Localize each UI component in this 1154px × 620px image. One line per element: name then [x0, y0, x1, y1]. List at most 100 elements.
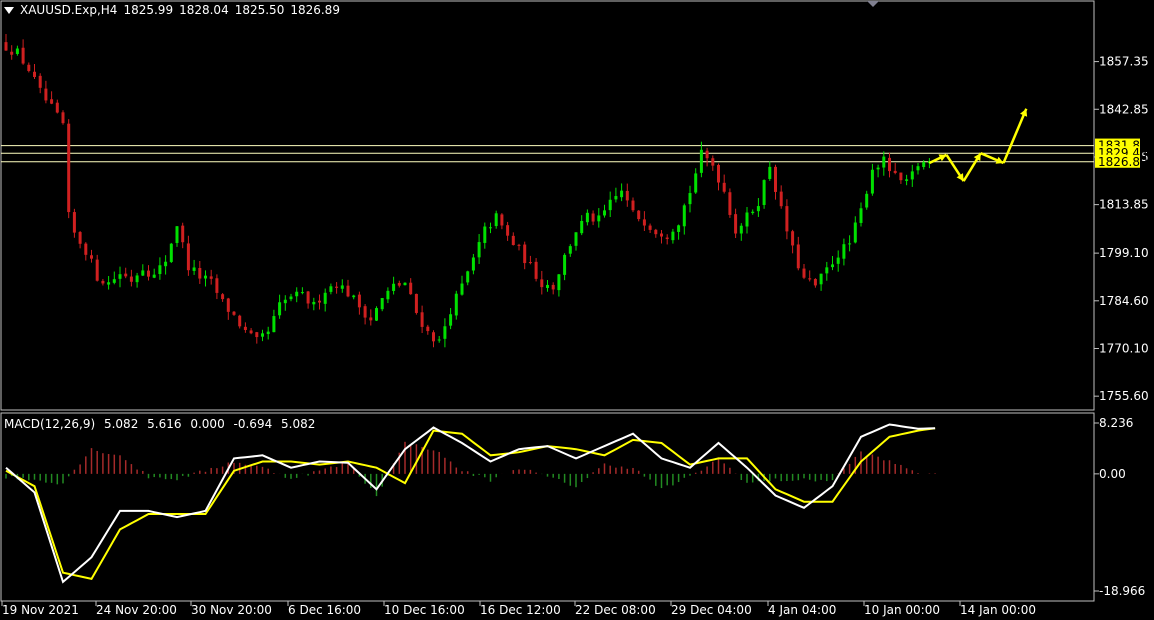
candle-body — [169, 243, 173, 262]
price-level-lines — [1, 145, 1094, 163]
candle-body — [705, 150, 709, 159]
time-tick-label: 29 Dec 04:00 — [671, 603, 752, 617]
candle-body — [591, 213, 595, 222]
candle-body — [175, 226, 179, 243]
candle-body — [232, 311, 236, 315]
high-value: 1828.04 — [179, 3, 229, 17]
candle-body — [859, 208, 863, 223]
candle-body — [802, 268, 806, 278]
candle-body — [699, 149, 703, 173]
candle-body — [791, 231, 795, 246]
close-value: 1826.89 — [290, 3, 340, 17]
candle-body — [50, 99, 54, 104]
candle-body — [637, 210, 641, 220]
price-tick-label: 1799.10 — [1099, 246, 1149, 260]
candle-body — [819, 273, 823, 285]
candle-body — [836, 257, 840, 264]
candle-body — [677, 225, 681, 232]
candle-body — [346, 285, 350, 297]
candle-body — [916, 166, 920, 171]
candle-body — [238, 315, 242, 327]
candle-body — [557, 274, 561, 291]
candle-body — [779, 191, 783, 207]
candle-body — [4, 42, 8, 51]
candle-body — [614, 196, 618, 200]
candle-body — [682, 205, 686, 227]
price-tick-label: 1784.60 — [1099, 294, 1149, 308]
candle-body — [517, 244, 521, 246]
candle-body — [61, 112, 65, 124]
candle-body — [756, 206, 760, 212]
candle-body — [21, 47, 25, 64]
candle-body — [842, 244, 846, 259]
candle-body — [620, 190, 624, 198]
candle-body — [694, 173, 698, 193]
candle-body — [432, 332, 435, 342]
time-tick-label: 6 Dec 16:00 — [288, 603, 361, 617]
symbol-label: XAUUSD.Exp,H4 — [20, 3, 118, 17]
macd-value-2: 5.616 — [147, 417, 182, 431]
candle-body — [363, 306, 367, 318]
macd-value-3: 0.000 — [190, 417, 225, 431]
candle-body — [152, 274, 156, 278]
candle-body — [278, 302, 282, 316]
candle-body — [745, 212, 749, 227]
price-tag-label: 1826.89 — [1098, 155, 1148, 169]
candle-body — [853, 222, 857, 243]
candle-body — [717, 164, 720, 183]
candle-body — [546, 284, 549, 288]
candle-body — [870, 169, 874, 194]
candle-body — [785, 206, 789, 232]
candle-body — [204, 275, 207, 279]
candle-body — [899, 172, 903, 181]
candle-body — [215, 278, 219, 293]
dropdown-icon[interactable] — [4, 6, 14, 14]
candle-body — [449, 314, 453, 326]
candle-body — [688, 193, 692, 205]
chart-shift-marker[interactable] — [867, 1, 879, 7]
candle-body — [209, 276, 213, 279]
trading-chart[interactable]: 1857.351842.851828.351813.851799.101784.… — [0, 0, 1154, 620]
macd-header: MACD(12,26,9) 5.082 5.616 0.000 -0.694 5… — [4, 417, 320, 431]
candle-body — [580, 220, 584, 234]
time-tick-label: 14 Jan 00:00 — [960, 603, 1036, 617]
candle-body — [734, 214, 738, 234]
candle-body — [27, 64, 31, 72]
candle-body — [266, 331, 270, 335]
macd-value-4: -0.694 — [233, 417, 273, 431]
candle-body — [882, 156, 886, 168]
candle-body — [55, 102, 59, 113]
time-tick-label: 22 Dec 08:00 — [575, 603, 656, 617]
candle-body — [15, 48, 19, 54]
candle-body — [540, 279, 544, 288]
candle-body — [369, 317, 373, 321]
candle-body — [888, 157, 891, 172]
candle-body — [95, 259, 99, 281]
candle-body — [460, 283, 464, 295]
candle-body — [112, 279, 116, 283]
macd-histogram — [5, 441, 936, 497]
candle-body — [893, 170, 897, 173]
candle-body — [437, 339, 441, 341]
candle-body — [357, 294, 361, 308]
candle-body — [523, 244, 527, 264]
macd-tick-label: -18.966 — [1099, 584, 1145, 598]
candle-body — [796, 244, 800, 269]
candle-body — [551, 284, 555, 290]
candle-body — [306, 291, 310, 304]
time-tick-label: 24 Nov 20:00 — [96, 603, 177, 617]
candle-body — [489, 227, 492, 229]
candle-body — [329, 286, 333, 292]
candle-body — [528, 262, 532, 264]
forecast-arrow-segment — [1002, 108, 1028, 164]
candle-body — [414, 293, 418, 313]
candle-body — [323, 292, 327, 304]
candle-body — [910, 171, 914, 180]
candle-body — [420, 312, 424, 327]
candle-body — [671, 231, 675, 241]
candle-body — [397, 282, 401, 286]
candle-body — [340, 285, 344, 289]
candle-body — [654, 229, 658, 235]
candle-body — [335, 286, 339, 288]
candle-body — [375, 308, 378, 321]
